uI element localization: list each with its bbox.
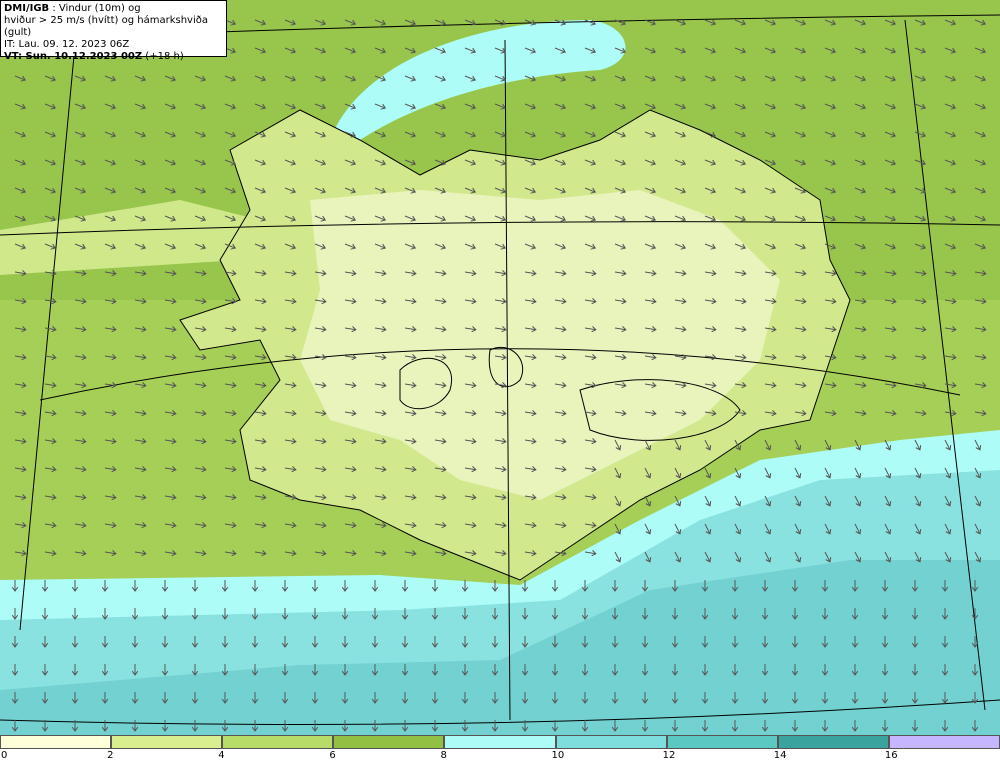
legend-tick: 16 xyxy=(884,750,898,761)
color-legend: 0 2 4 6 8 10 12 14 16 xyxy=(0,735,1000,764)
legend-swatch xyxy=(555,735,667,749)
legend-swatch xyxy=(666,735,778,749)
valid-time: VT: Sun. 10.12.2023 00Z xyxy=(4,51,143,62)
wind-map xyxy=(0,0,1000,735)
legend-swatch xyxy=(0,735,112,749)
legend-tick: 0 xyxy=(1,750,8,761)
info-box: DMI/IGB : Vindur (10m) og hviður > 25 m/… xyxy=(0,0,227,62)
legend-tick: 12 xyxy=(662,750,676,761)
legend-tick: 14 xyxy=(773,750,787,761)
legend-tick: 8 xyxy=(440,750,447,761)
legend-swatch xyxy=(111,735,223,749)
legend-swatch xyxy=(777,735,889,749)
legend-swatch xyxy=(333,735,445,749)
legend-tick: 4 xyxy=(218,750,225,761)
legend-swatch xyxy=(888,735,1000,749)
title-text: : Vindur (10m) og xyxy=(49,3,141,14)
legend-tick: 2 xyxy=(107,750,114,761)
initial-time: IT: Lau. 09. 12. 2023 06Z xyxy=(4,39,130,50)
legend-swatch xyxy=(222,735,334,749)
forecast-hour: (+18 h) xyxy=(142,51,184,62)
legend-tick: 6 xyxy=(329,750,336,761)
model-label: DMI/IGB xyxy=(4,3,50,14)
gust-description: hviður > 25 m/s (hvítt) og hámarkshviða … xyxy=(4,15,208,38)
legend-tick: 10 xyxy=(551,750,565,761)
legend-swatch xyxy=(444,735,556,749)
